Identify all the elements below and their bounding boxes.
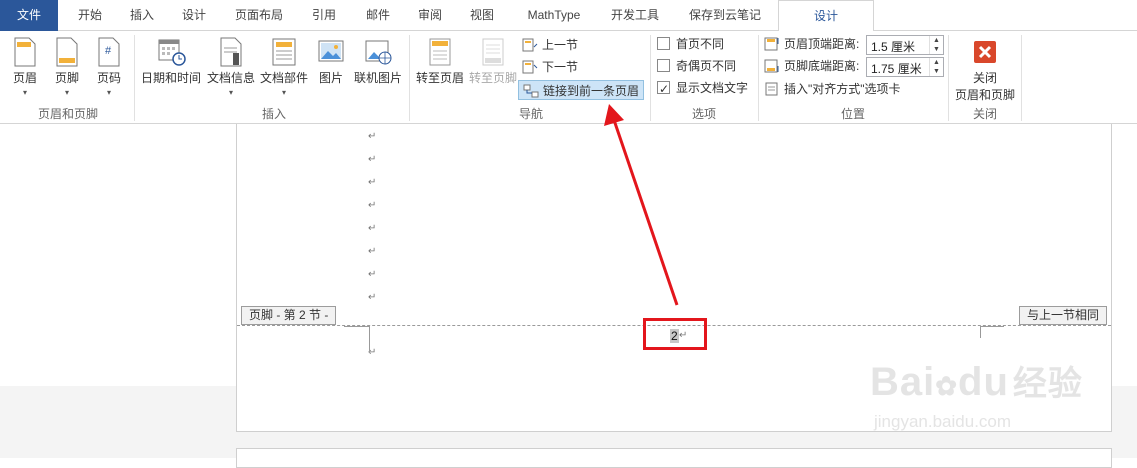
watermark-brand: Bai <box>870 360 936 404</box>
watermark-url: jingyan.baidu.com <box>874 412 1012 431</box>
watermark-brand2: du <box>958 360 1009 404</box>
watermark-cn: 经验 <box>1012 365 1083 403</box>
watermark-logo: Bai✿du 经验 <box>870 356 1083 405</box>
paw-icon: ✿ <box>935 371 959 401</box>
